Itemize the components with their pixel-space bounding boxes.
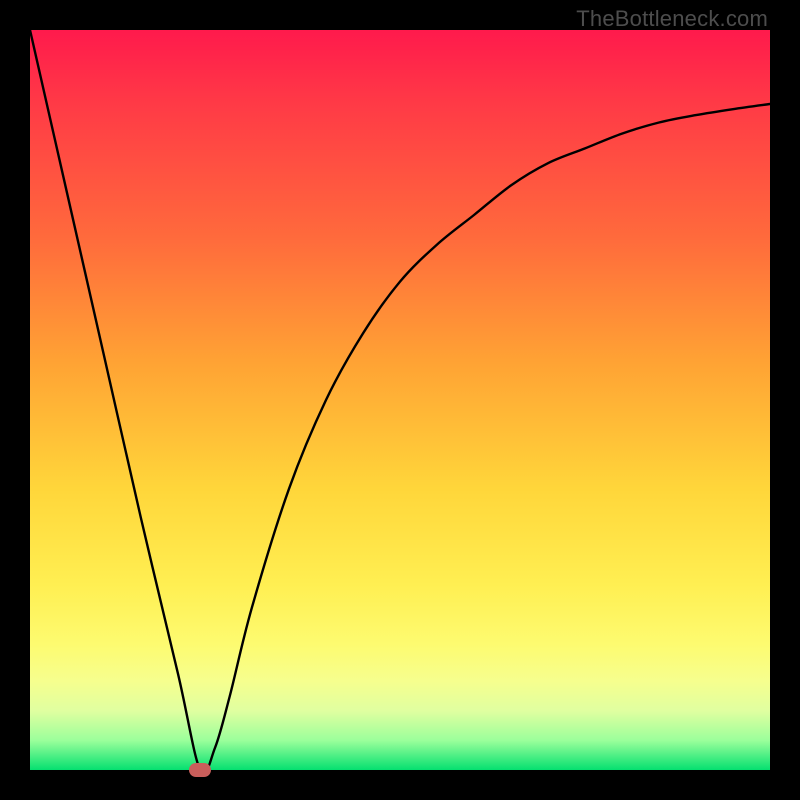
minimum-marker	[189, 763, 211, 777]
plot-area	[30, 30, 770, 770]
chart-frame: TheBottleneck.com	[0, 0, 800, 800]
bottleneck-curve	[30, 30, 770, 770]
watermark-text: TheBottleneck.com	[576, 6, 768, 32]
